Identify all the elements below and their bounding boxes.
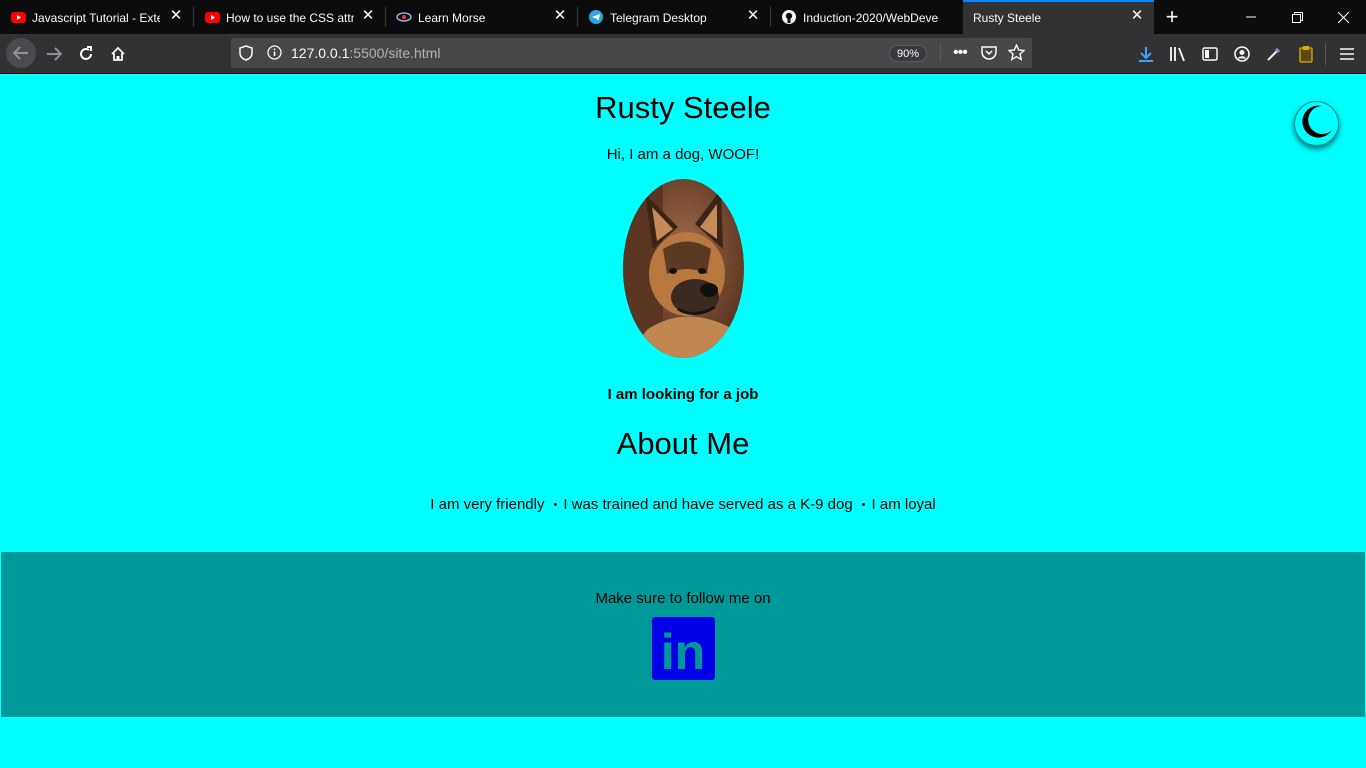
dark-mode-toggle-button[interactable] <box>1294 101 1339 146</box>
minimize-icon[interactable] <box>1228 0 1274 34</box>
tab-learn-morse[interactable]: Learn Morse ✕ <box>386 0 577 34</box>
bullet-separator: • <box>553 499 558 511</box>
page-actions-menu-icon[interactable]: ••• <box>953 44 968 62</box>
morse-icon <box>396 10 412 24</box>
tab-title: Learn Morse <box>418 11 486 25</box>
restore-icon[interactable] <box>1274 0 1320 34</box>
github-icon <box>781 10 797 24</box>
toolbar-divider <box>1325 43 1326 65</box>
bookmark-star-icon[interactable] <box>1007 43 1026 66</box>
linkedin-icon[interactable]: in <box>652 617 715 680</box>
address-bar[interactable]: 127.0.0.1:5500/site.html 90% ••• <box>231 38 1032 68</box>
new-tab-icon[interactable]: + <box>1158 3 1186 31</box>
forward-icon[interactable] <box>40 40 68 68</box>
urlbar-divider <box>940 44 941 62</box>
hamburger-menu-icon[interactable] <box>1333 40 1361 68</box>
reload-icon[interactable] <box>72 40 100 68</box>
tab-rusty-steele[interactable]: Rusty Steele ✕ <box>963 0 1154 34</box>
close-tab-icon[interactable]: ✕ <box>169 8 183 23</box>
dog-photo <box>623 179 744 358</box>
tab-css-attr[interactable]: How to use the CSS attr() ✕ <box>194 0 385 34</box>
site-info-icon[interactable] <box>267 45 282 65</box>
traits-list: I am very friendly • I was trained and h… <box>0 495 1366 515</box>
tab-telegram[interactable]: Telegram Desktop ✕ <box>578 0 770 34</box>
trait-item: I am loyal <box>871 496 936 513</box>
close-tab-icon[interactable]: ✕ <box>746 8 760 23</box>
about-me-heading: About Me <box>616 426 750 461</box>
navigation-toolbar: 127.0.0.1:5500/site.html 90% ••• <box>0 34 1366 74</box>
trait-item: I am very friendly <box>430 496 545 513</box>
tab-induction-2020[interactable]: Induction-2020/WebDeve <box>771 0 963 34</box>
page-title: Rusty Steele <box>595 90 771 125</box>
downloads-icon[interactable] <box>1132 40 1160 68</box>
clipboard-extension-icon[interactable] <box>1292 40 1320 68</box>
tab-title: How to use the CSS attr() <box>226 11 354 25</box>
telegram-icon <box>588 10 604 24</box>
bullet-separator: • <box>861 499 866 511</box>
linkedin-logo-text: in <box>661 624 705 680</box>
library-icon[interactable] <box>1164 40 1192 68</box>
trait-item: I was trained and have served as a K-9 d… <box>563 496 853 513</box>
close-tab-icon[interactable]: ✕ <box>553 8 567 23</box>
follow-text: Make sure to follow me on <box>595 590 771 607</box>
zoom-level-badge[interactable]: 90% <box>889 45 927 62</box>
eyedropper-icon[interactable] <box>1260 40 1288 68</box>
tab-title: Telegram Desktop <box>610 11 707 25</box>
job-status-text: I am looking for a job <box>607 386 759 403</box>
home-icon[interactable] <box>104 40 132 68</box>
sidebar-icon[interactable] <box>1196 40 1224 68</box>
tab-title: Induction-2020/WebDeve <box>803 11 938 25</box>
close-tab-icon[interactable]: ✕ <box>1130 8 1144 23</box>
page-content: Rusty Steele Hi, I am a dog, WOOF! I am … <box>0 74 1366 768</box>
tab-title: Javascript Tutorial - Exter <box>32 11 160 25</box>
url-host: 127.0.0.1 <box>291 45 350 61</box>
url-text: 127.0.0.1:5500/site.html <box>291 45 440 61</box>
youtube-icon <box>204 10 220 24</box>
url-path: :5500/site.html <box>349 45 441 61</box>
close-tab-icon[interactable]: ✕ <box>361 8 375 23</box>
tab-strip: Javascript Tutorial - Exter ✕ How to use… <box>0 0 1366 34</box>
moon-icon <box>1300 104 1334 143</box>
back-icon[interactable] <box>6 38 36 68</box>
tab-javascript-tutorial[interactable]: Javascript Tutorial - Exter ✕ <box>0 0 193 34</box>
pocket-icon[interactable] <box>981 45 997 65</box>
tab-title: Rusty Steele <box>973 11 1042 25</box>
greeting-text: Hi, I am a dog, WOOF! <box>606 146 760 163</box>
account-icon[interactable] <box>1228 40 1256 68</box>
tracking-protection-shield-icon[interactable] <box>239 45 253 66</box>
footer: Make sure to follow me on in <box>1 552 1365 717</box>
close-window-icon[interactable] <box>1320 0 1366 34</box>
youtube-icon <box>10 10 26 24</box>
